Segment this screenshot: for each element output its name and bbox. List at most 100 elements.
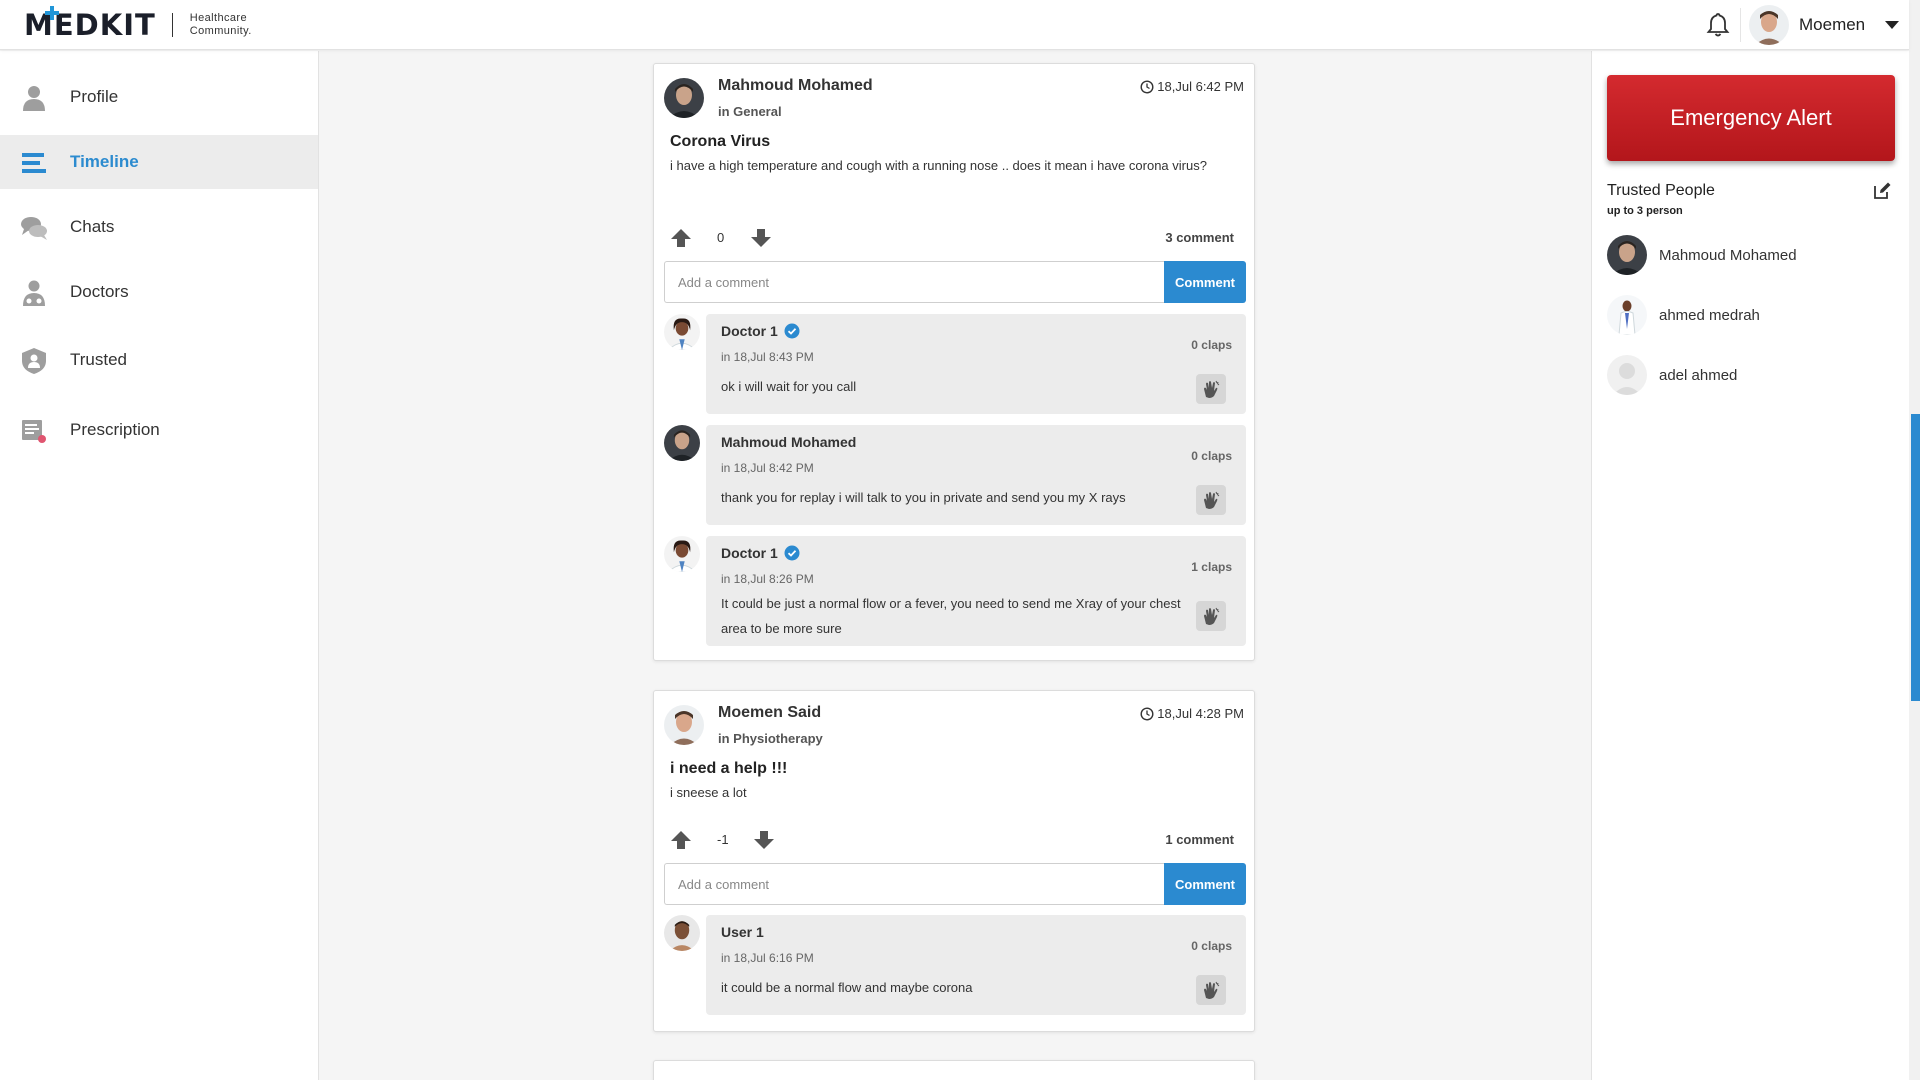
post-title: Corona Virus	[670, 133, 771, 150]
sidebar-item-profile[interactable]: Profile	[0, 70, 318, 124]
comment-text: it could be a normal flow and maybe coro…	[721, 980, 973, 995]
trusted-person-name: Mahmoud Mohamed	[1659, 246, 1797, 264]
clap-count: 0 claps	[1191, 449, 1232, 463]
sidebar-item-doctors[interactable]: Doctors	[0, 265, 318, 319]
avatar[interactable]	[664, 314, 700, 350]
avatar[interactable]	[664, 536, 700, 572]
scrollbar-thumb[interactable]	[1911, 414, 1920, 701]
post-time-text: 18,Jul 4:28 PM	[1157, 706, 1244, 721]
comment-button[interactable]: Comment	[1164, 261, 1246, 303]
comment: Doctor 1 in 18,Jul 8:43 PM 0 claps ok i …	[664, 314, 1246, 414]
comment-input[interactable]	[664, 261, 1164, 303]
post-time-text: 18,Jul 6:42 PM	[1157, 79, 1244, 94]
comment-author[interactable]: Doctor 1	[721, 545, 800, 561]
clap-button[interactable]	[1196, 374, 1226, 404]
trusted-person-name: ahmed medrah	[1659, 306, 1760, 324]
chevron-down-icon[interactable]	[1885, 21, 1900, 29]
comment-count[interactable]: 1 comment	[1165, 832, 1234, 847]
comment-text: thank you for replay i will talk to you …	[721, 490, 1126, 505]
clap-icon	[1201, 379, 1221, 399]
comment-button[interactable]: Comment	[1164, 863, 1246, 905]
trusted-person-name: adel ahmed	[1659, 366, 1738, 384]
downvote-icon[interactable]	[750, 227, 772, 249]
sidebar-item-chats[interactable]: Chats	[0, 200, 318, 254]
avatar	[1607, 295, 1647, 335]
notification-bell-icon[interactable]	[1706, 12, 1730, 38]
sidebar: Profile Timeline Chats Doctors Trusted P…	[0, 51, 319, 1080]
sidebar-item-prescription[interactable]: Prescription	[0, 403, 318, 457]
comment-date: in 18,Jul 6:16 PM	[721, 951, 814, 965]
comment-author-name: Doctor 1	[721, 545, 778, 561]
post-card	[653, 1060, 1255, 1080]
doctor-icon	[23, 280, 45, 306]
right-panel: Emergency Alert Trusted People up to 3 p…	[1591, 51, 1909, 1080]
trusted-person[interactable]: adel ahmed	[1607, 354, 1887, 396]
timeline-icon	[22, 153, 46, 173]
comment-box: Doctor 1 in 18,Jul 8:43 PM 0 claps ok i …	[706, 314, 1246, 414]
tagline-line2: Community.	[189, 25, 252, 37]
logo-tagline: Healthcare Community.	[190, 12, 252, 38]
post-body: i sneese a lot	[670, 785, 747, 800]
comment-date: in 18,Jul 8:26 PM	[721, 572, 814, 586]
sidebar-item-label: Chats	[70, 217, 115, 236]
logo[interactable]: MEDKIT Healthcare Community.	[24, 6, 252, 40]
comment-author[interactable]: Doctor 1	[721, 323, 800, 339]
comment-author[interactable]: Mahmoud Mohamed	[721, 434, 856, 450]
tagline-line1: Healthcare	[189, 12, 247, 24]
sidebar-item-label: Prescription	[70, 420, 160, 439]
user-menu[interactable]: Moemen	[1749, 5, 1900, 45]
sidebar-item-timeline[interactable]: Timeline	[0, 135, 318, 189]
comment-count[interactable]: 3 comment	[1165, 230, 1234, 245]
post-author[interactable]: Moemen Said	[718, 704, 821, 722]
post-category: in Physiotherapy	[718, 731, 823, 746]
shield-icon	[22, 348, 46, 374]
verified-icon	[784, 545, 800, 561]
comment-box: Doctor 1 in 18,Jul 8:26 PM 1 claps It co…	[706, 536, 1246, 646]
comment-date: in 18,Jul 8:43 PM	[721, 350, 814, 364]
post-time: 18,Jul 6:42 PM	[1140, 79, 1244, 94]
clap-count: 1 claps	[1191, 560, 1232, 574]
user-icon	[23, 86, 45, 111]
sidebar-item-trusted[interactable]: Trusted	[0, 333, 318, 387]
comment-author-name: User 1	[721, 924, 764, 940]
edit-icon[interactable]	[1872, 181, 1892, 201]
clap-button[interactable]	[1196, 601, 1226, 631]
avatar	[1607, 235, 1647, 275]
upvote-icon[interactable]	[670, 227, 692, 249]
trusted-person[interactable]: Mahmoud Mohamed	[1607, 234, 1887, 276]
avatar	[1607, 355, 1647, 395]
avatar[interactable]	[664, 78, 704, 118]
comment-author-name: Doctor 1	[721, 323, 778, 339]
avatar[interactable]	[664, 915, 700, 951]
clap-icon	[1201, 490, 1221, 510]
comment: Mahmoud Mohamed in 18,Jul 8:42 PM 0 clap…	[664, 425, 1246, 525]
comment-input[interactable]	[664, 863, 1164, 905]
downvote-icon[interactable]	[753, 829, 775, 851]
comment-text: It could be just a normal flow or a feve…	[721, 596, 1181, 636]
vote-count: -1	[717, 832, 729, 847]
post-author[interactable]: Mahmoud Mohamed	[718, 77, 873, 95]
user-name: Moemen	[1799, 15, 1866, 34]
avatar[interactable]	[664, 425, 700, 461]
post-time: 18,Jul 4:28 PM	[1140, 706, 1244, 721]
clap-button[interactable]	[1196, 485, 1226, 515]
trusted-person[interactable]: ahmed medrah	[1607, 294, 1887, 336]
clap-icon	[1201, 606, 1221, 626]
sidebar-item-label: Profile	[70, 87, 119, 106]
clap-button[interactable]	[1196, 975, 1226, 1005]
vote-count: 0	[717, 230, 725, 245]
comment-author[interactable]: User 1	[721, 924, 764, 940]
trusted-people-title: Trusted People	[1607, 182, 1715, 199]
sidebar-item-label: Doctors	[70, 282, 129, 301]
upvote-icon[interactable]	[670, 829, 692, 851]
chat-icon	[21, 217, 47, 240]
logo-divider	[171, 13, 173, 37]
logo-cross-icon	[45, 6, 59, 20]
prescription-icon	[22, 420, 46, 443]
verified-icon	[784, 323, 800, 339]
emergency-alert-button[interactable]: Emergency Alert	[1607, 75, 1895, 161]
post-body: i have a high temperature and cough with…	[670, 158, 1207, 173]
avatar[interactable]	[664, 705, 704, 745]
clap-count: 0 claps	[1191, 939, 1232, 953]
post-title: i need a help !!!	[670, 760, 788, 777]
